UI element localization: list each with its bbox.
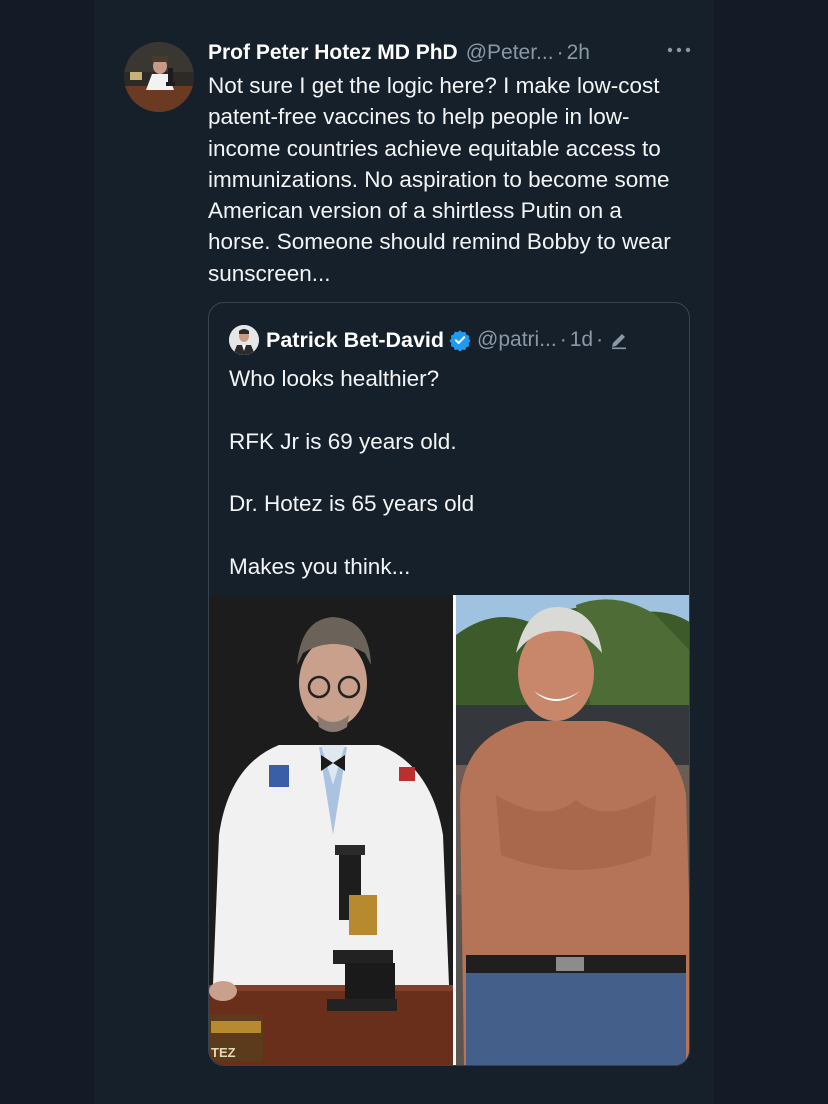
quoted-tweet-text: Who looks healthier? RFK Jr is 69 years …	[229, 363, 669, 582]
tweet-header: Prof Peter Hotez MD PhD @Peter... · 2h	[208, 36, 698, 70]
verified-badge-icon	[449, 330, 471, 351]
tweet-text: Not sure I get the logic here? I make lo…	[208, 73, 671, 286]
author-handle[interactable]: @Peter...	[466, 41, 554, 65]
author-display-name[interactable]: Prof Peter Hotez MD PhD	[208, 41, 458, 65]
quoted-tweet-timestamp[interactable]: 1d	[570, 328, 593, 352]
quoted-author-handle[interactable]: @patri...	[477, 328, 557, 352]
author-avatar[interactable]	[124, 42, 194, 112]
quoted-separator-dot-2: ·	[596, 328, 604, 351]
quoted-separator-dot: ·	[559, 328, 567, 351]
quoted-author-avatar[interactable]	[229, 325, 259, 355]
more-horizontal-icon[interactable]	[666, 40, 692, 60]
quoted-line-2: RFK Jr is 69 years old.	[229, 428, 457, 454]
quoted-tweet-header: Patrick Bet-David @patri... · 1d ·	[229, 323, 679, 357]
photo-shirtless-man[interactable]	[455, 595, 689, 1065]
edited-pencil-icon[interactable]	[609, 330, 629, 350]
photo-lab-coat-scientist[interactable]: TEZ	[209, 595, 453, 1065]
quoted-author-display-name[interactable]: Patrick Bet-David	[266, 328, 444, 353]
quoted-line-1: Who looks healthier?	[229, 366, 440, 391]
separator-dot: ·	[556, 41, 564, 64]
quoted-line-3: Dr. Hotez is 65 years old	[229, 491, 475, 517]
quoted-line-4: Makes you think...	[229, 553, 411, 579]
quoted-tweet-media[interactable]: TEZ	[209, 595, 689, 1065]
quoted-tweet-card[interactable]: Patrick Bet-David @patri... · 1d · Who l…	[208, 302, 690, 1066]
tweet-timestamp[interactable]: 2h	[567, 41, 590, 65]
page: Prof Peter Hotez MD PhD @Peter... · 2h N…	[0, 0, 828, 1104]
nameplate-text: TEZ	[211, 1045, 236, 1060]
